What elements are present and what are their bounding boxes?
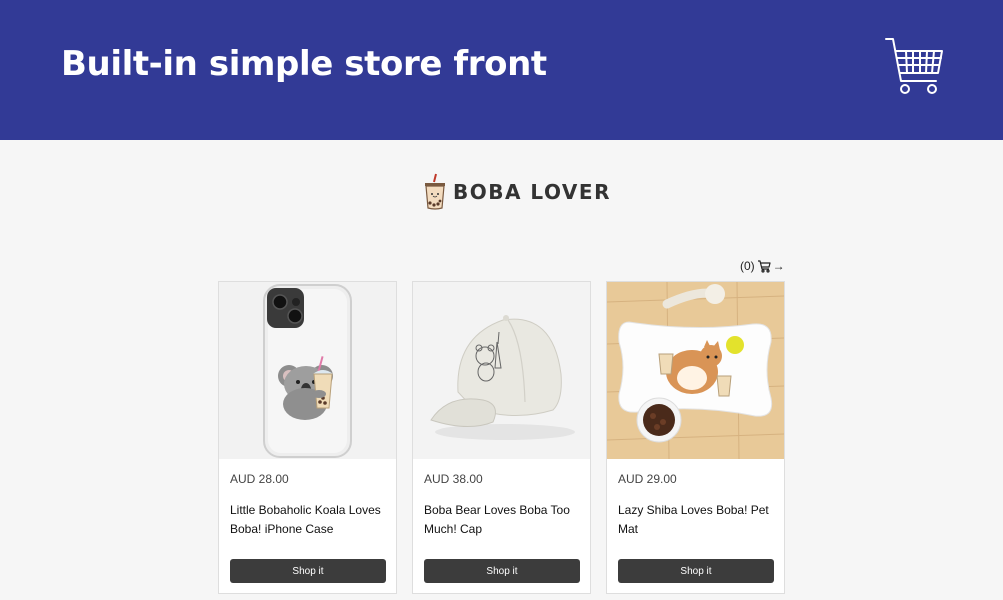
store-header: Built-in simple store front [0, 0, 1003, 140]
shopping-cart-icon[interactable] [882, 34, 946, 98]
cart-link[interactable]: (0) → [740, 257, 785, 275]
product-title[interactable]: Lazy Shiba Loves Boba! Pet Mat [618, 501, 776, 539]
cart-count: (0) [740, 259, 755, 273]
product-price: AUD 28.00 [230, 472, 289, 486]
product-card[interactable]: AUD 28.00 Little Bobaholic Koala Loves B… [218, 281, 397, 594]
product-price: AUD 38.00 [424, 472, 483, 486]
cart-icon [757, 259, 771, 273]
shop-it-button[interactable]: Shop it [230, 559, 386, 583]
page-title: Built-in simple store front [61, 44, 547, 84]
shiba-pet-mat-image[interactable] [607, 282, 784, 459]
arrow-right-icon: → [772, 259, 785, 273]
product-price: AUD 29.00 [618, 472, 677, 486]
shop-it-button[interactable]: Shop it [618, 559, 774, 583]
brand-logo[interactable]: BOBA LOVER [423, 172, 611, 212]
koala-phone-case-image[interactable] [219, 282, 396, 459]
boba-cup-icon [423, 173, 447, 211]
product-card[interactable]: AUD 29.00 Lazy Shiba Loves Boba! Pet Mat… [606, 281, 785, 594]
product-title[interactable]: Little Bobaholic Koala Loves Boba! iPhon… [230, 501, 388, 539]
brand-name: BOBA LOVER [453, 180, 611, 204]
product-title[interactable]: Boba Bear Loves Boba Too Much! Cap [424, 501, 582, 539]
shop-it-button[interactable]: Shop it [424, 559, 580, 583]
product-card[interactable]: AUD 38.00 Boba Bear Loves Boba Too Much!… [412, 281, 591, 594]
boba-bear-cap-image[interactable] [413, 282, 590, 459]
